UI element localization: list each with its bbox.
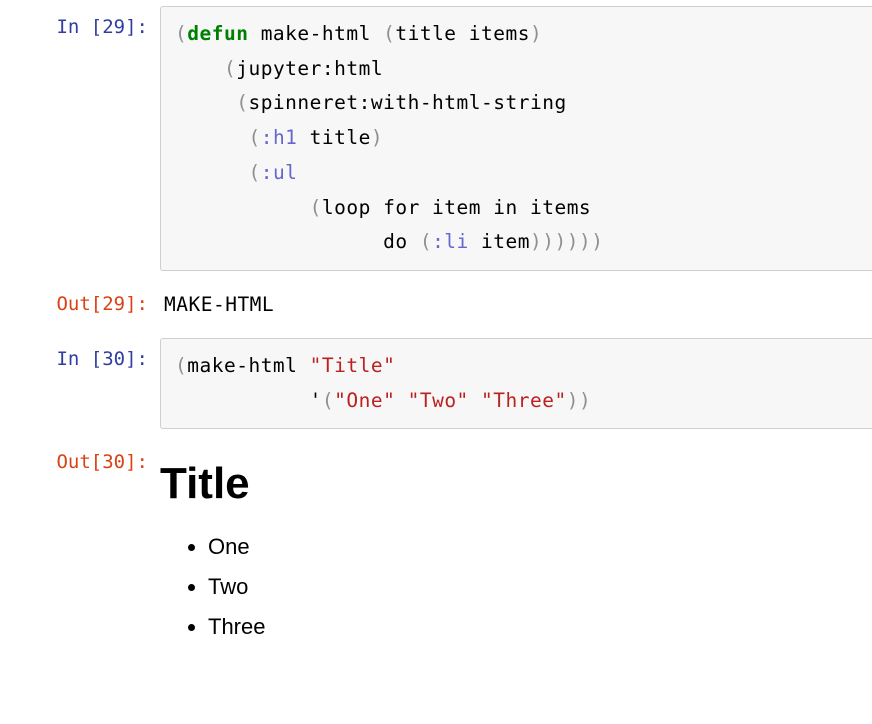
code-token: :li xyxy=(432,230,469,253)
input-prompt: In [30]: xyxy=(0,338,160,429)
output-prompt: Out[30]: xyxy=(0,441,160,650)
code-token: make-html xyxy=(248,22,383,45)
code-token: "Two" xyxy=(408,389,469,412)
code-token xyxy=(469,389,481,412)
output-cell: Out[29]: MAKE-HTML xyxy=(0,277,872,332)
html-output: Title OneTwoThree xyxy=(160,441,872,650)
input-cell: In [29]: (defun make-html (title items) … xyxy=(0,0,872,277)
list-item: One xyxy=(208,527,872,567)
rendered-list: OneTwoThree xyxy=(160,527,872,646)
output-prompt: Out[29]: xyxy=(0,283,160,326)
code-token: ) xyxy=(530,230,542,253)
code-token: ) xyxy=(371,126,383,149)
code-token: ) xyxy=(591,230,603,253)
code-token: defun xyxy=(187,22,248,45)
code-token xyxy=(175,126,248,149)
code-token: ' xyxy=(175,389,322,412)
code-editor[interactable]: (defun make-html (title items) (jupyter:… xyxy=(160,6,872,271)
code-token: ) xyxy=(579,230,591,253)
output-text: MAKE-HTML xyxy=(160,283,872,326)
list-item: Two xyxy=(208,567,872,607)
code-token: ) xyxy=(567,389,579,412)
output-cell: Out[30]: Title OneTwoThree xyxy=(0,435,872,656)
code-token: ) xyxy=(530,22,542,45)
code-token: ) xyxy=(567,230,579,253)
code-token xyxy=(175,57,224,80)
code-token: loop for item in items xyxy=(322,196,591,219)
input-prompt: In [29]: xyxy=(0,6,160,271)
code-token: ( xyxy=(310,196,322,219)
rendered-heading: Title xyxy=(160,459,872,509)
code-token: title xyxy=(297,126,370,149)
code-token: title items xyxy=(395,22,530,45)
cell-content: MAKE-HTML xyxy=(160,283,872,326)
code-token xyxy=(395,389,407,412)
code-editor[interactable]: (make-html "Title" '("One" "Two" "Three"… xyxy=(160,338,872,429)
code-token: jupyter:html xyxy=(236,57,383,80)
code-token: ( xyxy=(175,354,187,377)
code-token: ( xyxy=(224,57,236,80)
code-token: ) xyxy=(555,230,567,253)
code-token: ( xyxy=(248,161,260,184)
code-token: make-html xyxy=(187,354,309,377)
code-token xyxy=(175,161,248,184)
code-token: spinneret:with-html-string xyxy=(248,91,566,114)
code-token: ( xyxy=(236,91,248,114)
code-token xyxy=(175,196,310,219)
code-token: :ul xyxy=(261,161,298,184)
code-token: ( xyxy=(322,389,334,412)
code-token: ) xyxy=(542,230,554,253)
list-item: Three xyxy=(208,607,872,647)
code-token: ( xyxy=(248,126,260,149)
cell-content: (make-html "Title" '("One" "Two" "Three"… xyxy=(160,338,872,429)
code-token: "Title" xyxy=(310,354,396,377)
input-cell: In [30]: (make-html "Title" '("One" "Two… xyxy=(0,332,872,435)
code-token: ( xyxy=(420,230,432,253)
code-token: item xyxy=(469,230,530,253)
code-token: ( xyxy=(383,22,395,45)
code-token: do xyxy=(175,230,420,253)
code-token: ( xyxy=(175,22,187,45)
code-token: ) xyxy=(579,389,591,412)
cell-content: (defun make-html (title items) (jupyter:… xyxy=(160,6,872,271)
code-token: "Three" xyxy=(481,389,567,412)
code-token: "One" xyxy=(334,389,395,412)
code-token xyxy=(175,91,236,114)
code-token: :h1 xyxy=(261,126,298,149)
